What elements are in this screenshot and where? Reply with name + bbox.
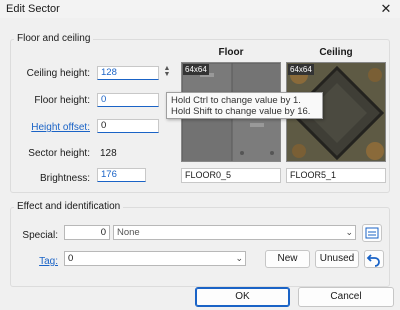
ceiling-texture-name[interactable]: FLOOR5_1 bbox=[286, 168, 386, 183]
floor-texture-name[interactable]: FLOOR0_5 bbox=[181, 168, 281, 183]
tag-dropdown-value: 0 bbox=[68, 253, 74, 264]
browse-icon-glyph bbox=[365, 227, 379, 239]
ceiling-header: Ceiling bbox=[319, 47, 353, 58]
height-offset-input[interactable]: 0 bbox=[97, 119, 159, 133]
undo-icon[interactable] bbox=[364, 250, 384, 268]
special-dropdown-value: None bbox=[117, 227, 140, 238]
tooltip-line-1: Hold Ctrl to change value by 1. bbox=[171, 95, 301, 106]
undo-icon-glyph bbox=[366, 254, 380, 267]
floor-texture-size: 64x64 bbox=[183, 64, 209, 75]
sector-height-value: 128 bbox=[100, 148, 117, 159]
unused-tag-button[interactable]: Unused bbox=[315, 250, 359, 268]
spin-arrows-icon[interactable]: ▲ ▼ bbox=[163, 65, 171, 80]
effect-group bbox=[10, 207, 390, 287]
close-icon[interactable]: ✕ bbox=[372, 0, 400, 18]
tooltip-line-2: Hold Shift to change value by 16. bbox=[171, 106, 311, 117]
special-dropdown[interactable]: None ⌄ bbox=[113, 225, 356, 240]
tooltip: Hold Ctrl to change value by 1. Hold Shi… bbox=[166, 92, 323, 119]
height-offset-link[interactable]: Height offset: bbox=[14, 122, 90, 133]
sector-height-label: Sector height: bbox=[28, 148, 90, 159]
effect-group-title: Effect and identification bbox=[14, 201, 124, 212]
tag-link[interactable]: Tag: bbox=[14, 256, 58, 267]
chevron-down-icon: ⌄ bbox=[345, 227, 353, 237]
ceiling-texture-size: 64x64 bbox=[288, 64, 314, 75]
ceiling-height-input[interactable]: 128 bbox=[97, 66, 159, 80]
dialog-body: Floor and ceiling Ceiling height: 128 ▲ ▼… bbox=[0, 18, 400, 310]
floor-height-input[interactable]: 0 bbox=[97, 93, 159, 107]
special-label: Special: bbox=[22, 230, 58, 241]
special-number-input[interactable]: 0 bbox=[64, 225, 110, 240]
tag-dropdown[interactable]: 0 ⌄ bbox=[64, 251, 246, 266]
floor-height-label: Floor height: bbox=[34, 95, 90, 106]
chevron-down-icon: ⌄ bbox=[235, 253, 243, 263]
window-title: Edit Sector bbox=[6, 3, 60, 15]
ceiling-height-label: Ceiling height: bbox=[26, 68, 90, 79]
brightness-label: Brightness: bbox=[39, 173, 90, 184]
ok-button[interactable]: OK bbox=[195, 287, 290, 307]
browse-icon[interactable] bbox=[362, 224, 382, 242]
new-tag-button[interactable]: New bbox=[265, 250, 310, 268]
floor-ceiling-group-title: Floor and ceiling bbox=[14, 33, 94, 44]
floor-header: Floor bbox=[218, 47, 244, 58]
brightness-input[interactable]: 176 bbox=[97, 168, 146, 182]
title-bar: Edit Sector ✕ bbox=[0, 0, 400, 18]
cancel-button[interactable]: Cancel bbox=[298, 287, 394, 307]
